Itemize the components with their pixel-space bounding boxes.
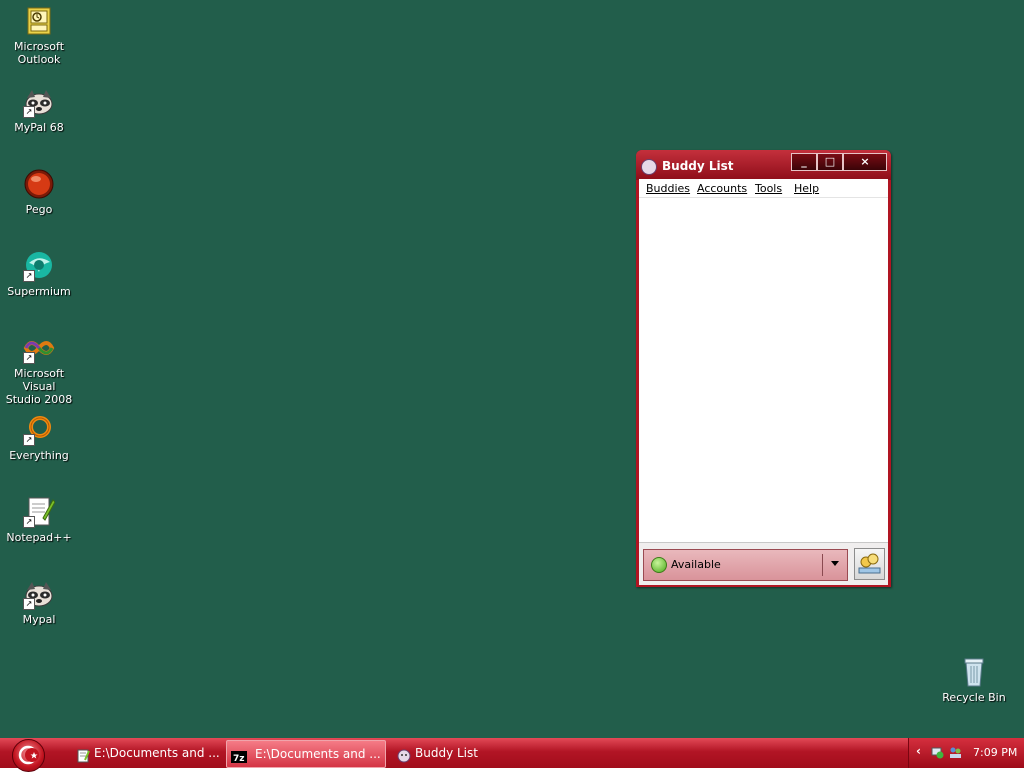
desktop-icon-supermium[interactable]: ↗ Supermium (0, 250, 78, 298)
taskbar: E:\Documents and ... 7z E:\Documents and… (0, 738, 1024, 772)
desktop-icon-label: Pego (25, 203, 53, 216)
desktop-icon-mypal-68[interactable]: ↗ MyPal 68 (0, 86, 78, 134)
users-icon (858, 553, 881, 574)
start-orb-icon (12, 739, 45, 772)
available-status-icon (651, 557, 667, 573)
desktop-icon-everything[interactable]: ↗ Everything (0, 414, 78, 462)
visual-studio-icon: ↗ (23, 332, 55, 364)
accounts-button[interactable] (854, 548, 885, 580)
desktop-icon-mypal[interactable]: ↗ Mypal (0, 578, 78, 626)
taskbar-item-buddy-list[interactable]: Buddy List (393, 740, 543, 766)
desktop-icon-recycle-bin[interactable]: Recycle Bin (935, 656, 1013, 704)
desktop: Microsoft Outlook ↗ MyPal 68 Pego ↗ Supe… (0, 0, 1024, 738)
taskbar-item-label: Buddy List (415, 746, 478, 760)
recycle-bin-icon (958, 656, 990, 688)
minimize-button[interactable]: _ (791, 153, 817, 171)
buddy-list-area[interactable] (639, 198, 888, 541)
shortcut-arrow-icon: ↗ (23, 516, 35, 528)
desktop-icon-label: Notepad++ (6, 531, 72, 544)
desktop-icon-label: Studio 2008 (5, 393, 73, 406)
clock[interactable]: 7:09 PM (973, 746, 1017, 759)
desktop-icon-label: Outlook (17, 53, 61, 66)
network-icon[interactable] (931, 746, 944, 759)
pidgin-icon (397, 746, 411, 763)
shortcut-arrow-icon: ↗ (23, 106, 35, 118)
desktop-icon-label: Microsoft Visual (13, 367, 65, 393)
svg-text:7z: 7z (233, 754, 245, 764)
window-client-area: Buddies Accounts Tools Help Available (639, 179, 888, 585)
supermium-icon: ↗ (23, 250, 55, 282)
desktop-icon-visual-studio-2008[interactable]: ↗ Microsoft Visual Studio 2008 (0, 332, 78, 406)
desktop-icon-label: Microsoft (13, 40, 65, 53)
desktop-icon-label: MyPal 68 (14, 121, 64, 134)
shortcut-arrow-icon: ↗ (23, 598, 35, 610)
window-title: Buddy List (662, 159, 734, 173)
desktop-icon-outlook[interactable]: Microsoft Outlook (0, 5, 78, 66)
status-selector[interactable]: Available (643, 549, 848, 581)
chevron-left-icon[interactable]: ‹ (916, 744, 921, 758)
menu-tools[interactable]: Tools (755, 182, 782, 195)
menu-help[interactable]: Help (794, 182, 819, 195)
desktop-icon-notepad-plus-plus[interactable]: ↗ Notepad++ (0, 496, 78, 544)
menu-buddies[interactable]: Buddies (646, 182, 690, 195)
taskbar-item-notepad[interactable]: E:\Documents and ... (72, 740, 222, 766)
notepad-plus-plus-icon: ↗ (23, 496, 56, 528)
buddy-list-window: Buddy List _ □ × Buddies Accounts Tools … (636, 150, 891, 587)
close-button[interactable]: × (843, 153, 887, 171)
title-bar[interactable]: Buddy List _ □ × (636, 150, 891, 180)
menu-accounts[interactable]: Accounts (697, 182, 747, 195)
desktop-icon-label: Everything (9, 449, 69, 462)
shortcut-arrow-icon: ↗ (23, 352, 35, 364)
desktop-icon-pego[interactable]: Pego (0, 168, 78, 216)
pego-orb-icon (23, 168, 55, 200)
raccoon-icon: ↗ (23, 578, 55, 610)
chevron-down-icon (831, 561, 839, 566)
everything-search-icon: ↗ (23, 414, 55, 446)
start-button[interactable] (10, 738, 50, 772)
desktop-icon-label: Mypal (22, 613, 56, 626)
status-bar: Available (639, 542, 888, 585)
menu-bar: Buddies Accounts Tools Help (639, 179, 888, 198)
pidgin-icon (641, 159, 657, 175)
maximize-button[interactable]: □ (817, 153, 843, 171)
taskbar-item-label: E:\Documents and ... (94, 746, 220, 760)
desktop-icon-label: Supermium (7, 285, 71, 298)
system-tray: ‹ 7:09 PM (908, 738, 1024, 768)
shortcut-arrow-icon: ↗ (23, 434, 35, 446)
users-icon[interactable] (949, 746, 962, 759)
shortcut-arrow-icon: ↗ (23, 270, 35, 282)
7zip-icon: 7z (231, 747, 247, 764)
desktop-icon-label: Recycle Bin (942, 691, 1006, 704)
taskbar-item-label: E:\Documents and ... (255, 747, 381, 761)
notepad-icon (76, 746, 90, 763)
taskbar-item-7zip[interactable]: 7z E:\Documents and ... (226, 740, 386, 768)
combo-divider (822, 554, 823, 576)
outlook-icon (23, 5, 55, 37)
raccoon-icon: ↗ (23, 86, 55, 118)
status-label: Available (671, 558, 721, 571)
